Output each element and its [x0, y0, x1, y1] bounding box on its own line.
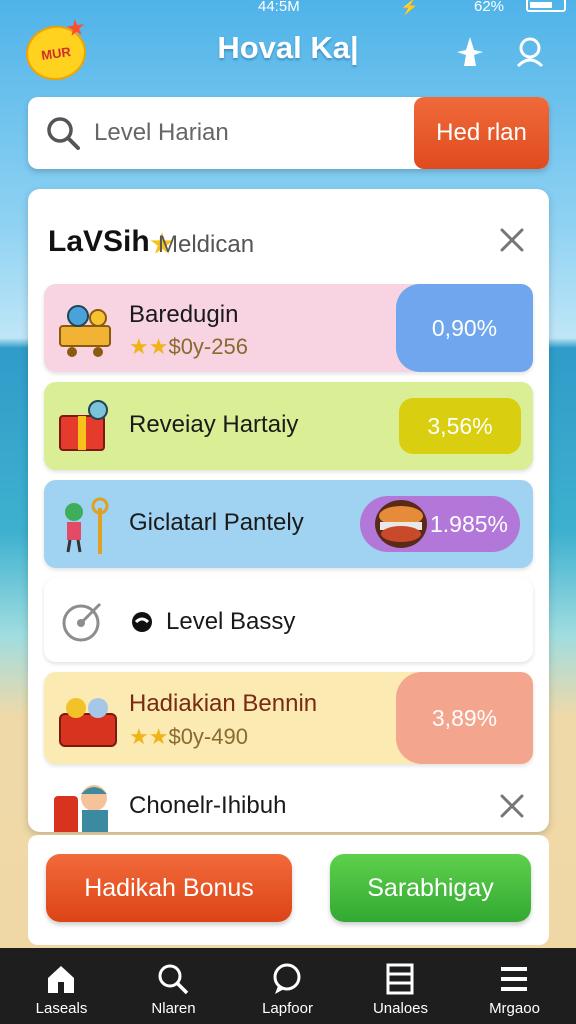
- row-title: Baredugin: [129, 301, 239, 328]
- battery-icon: [526, 0, 566, 12]
- tab-label: Unaloes: [372, 1000, 429, 1017]
- list-item[interactable]: Hadiakian Bennin ★★$0y-490 3,89%: [44, 672, 533, 764]
- row-title: Reveiay Hartaiy: [129, 411, 299, 438]
- target-icon: [62, 602, 102, 642]
- battery-percent: 62%: [474, 0, 505, 15]
- row-detail: ★★$0y-490: [129, 724, 248, 750]
- row-title: Giclatarl Pantely: [129, 509, 304, 536]
- burger-icon: [375, 500, 427, 548]
- tab-search[interactable]: Nlaren: [116, 948, 231, 1024]
- charging-icon: ⚡: [400, 0, 419, 16]
- search-icon: [47, 117, 80, 150]
- character-icon: [54, 785, 108, 832]
- search-icon: [158, 964, 189, 995]
- tab-home[interactable]: Laseals: [4, 948, 119, 1024]
- chat-icon: [273, 963, 301, 994]
- gift-box-icon: [59, 400, 108, 451]
- list-item[interactable]: Giclatarl Pantely 1.985%: [44, 480, 533, 568]
- status-bar: 44:5M ⚡ 62%: [0, 0, 576, 16]
- panel-title: LaVSih: [48, 225, 150, 258]
- action-bar: Hadikah Bonus Sarabhigay: [28, 835, 549, 945]
- profile-icon[interactable]: [512, 34, 548, 70]
- home-icon: [48, 966, 74, 993]
- tab-chat[interactable]: Lapfoor: [230, 948, 345, 1024]
- tab-label: Laseals: [35, 1000, 88, 1017]
- row-price: $0y-490: [168, 724, 248, 749]
- rating-stars: ★★: [129, 724, 169, 749]
- percent-badge: 3,89%: [396, 672, 533, 764]
- panel-subtitle: Meldican: [158, 231, 255, 258]
- status-time: 44:5M: [258, 0, 300, 15]
- row-price: $0y-256: [168, 334, 248, 359]
- tab-label: Lapfoor: [262, 1000, 313, 1017]
- list-icon: [386, 963, 414, 995]
- menu-icon: [501, 967, 527, 991]
- treasure-basket-icon: [59, 698, 117, 747]
- bonus-button[interactable]: Hadikah Bonus: [46, 854, 292, 922]
- secondary-button[interactable]: Sarabhigay: [330, 854, 531, 922]
- page-title: Hoval Ka|: [217, 30, 359, 65]
- percent-badge: 3,56%: [399, 398, 521, 454]
- close-icon[interactable]: [498, 792, 526, 820]
- cart-icon: [59, 305, 111, 357]
- list-item[interactable]: Level Bassy: [44, 578, 533, 662]
- close-icon[interactable]: [498, 226, 526, 254]
- level-panel: LaVSih Meldican Baredugin ★★$0y-256 0,90…: [28, 189, 549, 832]
- rating-stars: ★★: [129, 334, 169, 359]
- search-input[interactable]: [94, 111, 424, 155]
- row-title: Hadiakian Bennin: [129, 690, 318, 717]
- row-title: Level Bassy: [166, 608, 296, 635]
- search-button[interactable]: Hed rlan: [414, 97, 549, 169]
- tab-label: Mrgaoo: [489, 1000, 540, 1017]
- search-bar: Hed rlan: [28, 97, 549, 169]
- level-icon: [132, 612, 152, 632]
- bottom-tab-bar: Laseals Nlaren Lapfoor Unaloes Mrgaoo: [0, 948, 576, 1024]
- trophy-icon[interactable]: [452, 34, 488, 70]
- app-header: MUR Hoval Ka|: [0, 22, 576, 84]
- row-detail: ★★$0y-256: [129, 334, 248, 360]
- row-title: Chonelr-Ihibuh: [129, 792, 287, 819]
- tab-menu[interactable]: Mrgaoo: [457, 948, 572, 1024]
- character-icon: [65, 497, 109, 554]
- percent-badge: 0,90%: [396, 284, 533, 372]
- list-item[interactable]: Reveiay Hartaiy 3,56%: [44, 382, 533, 470]
- tab-label: Nlaren: [151, 1000, 196, 1017]
- tab-list[interactable]: Unaloes: [343, 948, 458, 1024]
- list-item[interactable]: Chonelr-Ihibuh: [44, 774, 533, 832]
- list-item[interactable]: Baredugin ★★$0y-256 0,90%: [44, 284, 533, 372]
